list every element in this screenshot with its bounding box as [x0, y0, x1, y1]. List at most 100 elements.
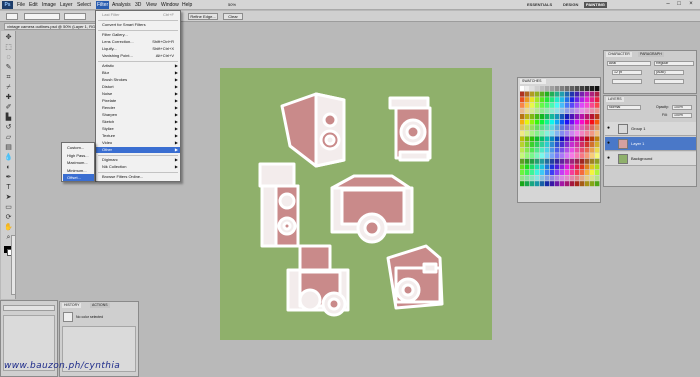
workspace-essentials[interactable]: ESSENTIALS	[525, 2, 554, 8]
other-submenu-item[interactable]: Offset...	[63, 174, 94, 181]
color-swatch[interactable]	[520, 153, 525, 159]
color-swatch[interactable]	[550, 97, 555, 103]
paragraph-tab[interactable]: PARAGRAPH	[638, 52, 664, 57]
color-swatch[interactable]	[565, 97, 570, 103]
color-swatch[interactable]	[525, 86, 530, 91]
menu-edit[interactable]: Edit	[29, 2, 38, 8]
filter-menu-item[interactable]: Browse Filters Online...	[96, 174, 180, 180]
color-swatch[interactable]	[560, 142, 565, 147]
color-swatch[interactable]	[595, 86, 600, 91]
color-swatch[interactable]	[530, 86, 535, 91]
font-size-field[interactable]: 12 pt	[612, 70, 642, 75]
color-swatch[interactable]	[585, 130, 590, 136]
color-swatch[interactable]	[570, 108, 575, 114]
marquee-tool-icon[interactable]: ⬚	[4, 44, 13, 51]
color-swatch[interactable]	[545, 114, 550, 119]
color-swatch[interactable]	[585, 108, 590, 114]
color-swatch[interactable]	[570, 125, 575, 131]
filter-menu-item[interactable]: Digimarc ▶	[96, 157, 180, 163]
color-swatch[interactable]	[595, 125, 600, 131]
actions-tab[interactable]: ACTIONS	[90, 303, 110, 308]
filter-menu-item[interactable]: Vanishing Point... Alt+Ctrl+V	[96, 53, 180, 59]
menu-layer[interactable]: Layer	[60, 2, 73, 8]
color-swatch[interactable]	[520, 175, 525, 181]
color-swatch[interactable]	[550, 142, 555, 147]
filter-menu-item[interactable]: Sketch ▶	[96, 119, 180, 125]
color-swatch[interactable]	[580, 125, 585, 131]
color-swatch[interactable]	[535, 91, 540, 97]
color-swatch[interactable]	[520, 181, 525, 187]
color-swatch[interactable]	[575, 125, 580, 131]
color-swatch[interactable]	[530, 119, 535, 125]
color-swatch[interactable]	[535, 147, 540, 153]
color-swatch[interactable]	[575, 181, 580, 187]
color-swatch[interactable]	[555, 175, 560, 181]
color-swatch[interactable]	[585, 175, 590, 181]
color-swatch[interactable]	[580, 130, 585, 136]
color-swatch[interactable]	[540, 102, 545, 108]
fill-field[interactable]: 100%	[672, 113, 692, 118]
color-swatch[interactable]	[540, 181, 545, 187]
color-swatch[interactable]	[520, 164, 525, 170]
color-swatch[interactable]	[545, 91, 550, 97]
color-swatch[interactable]	[545, 164, 550, 170]
color-swatch[interactable]	[520, 142, 525, 147]
color-swatch[interactable]	[550, 108, 555, 114]
color-swatch[interactable]	[525, 91, 530, 97]
color-swatch[interactable]	[575, 147, 580, 153]
color-swatch[interactable]	[580, 86, 585, 91]
color-swatch[interactable]	[540, 153, 545, 159]
color-swatch[interactable]	[555, 119, 560, 125]
color-swatch[interactable]	[520, 119, 525, 125]
color-swatch[interactable]	[585, 158, 590, 164]
color-swatch[interactable]	[585, 181, 590, 187]
color-swatch[interactable]	[580, 175, 585, 181]
filter-menu-item[interactable]: Video ▶	[96, 140, 180, 146]
color-swatch[interactable]	[530, 91, 535, 97]
color-swatch[interactable]	[555, 125, 560, 131]
color-swatch[interactable]	[540, 119, 545, 125]
color-swatch[interactable]	[540, 114, 545, 119]
color-swatch[interactable]	[575, 114, 580, 119]
menu-filter[interactable]: Filter	[96, 1, 110, 9]
color-swatch[interactable]	[590, 108, 595, 114]
color-swatch[interactable]	[570, 102, 575, 108]
color-swatch[interactable]	[555, 181, 560, 187]
menu-view[interactable]: View	[146, 2, 157, 8]
color-swatch[interactable]	[570, 114, 575, 119]
other-submenu-item[interactable]: High Pass...	[63, 152, 94, 159]
color-swatch[interactable]	[555, 147, 560, 153]
color-swatch[interactable]	[545, 119, 550, 125]
color-swatch[interactable]	[540, 125, 545, 131]
clone-stamp-tool-icon[interactable]: ▙	[4, 114, 13, 121]
color-swatch[interactable]	[590, 119, 595, 125]
color-swatch[interactable]	[575, 119, 580, 125]
color-swatch[interactable]	[590, 158, 595, 164]
color-swatch[interactable]	[535, 97, 540, 103]
color-swatch[interactable]	[595, 153, 600, 159]
tracking-field[interactable]	[654, 79, 684, 84]
color-swatch[interactable]	[550, 175, 555, 181]
color-swatch[interactable]	[565, 164, 570, 170]
color-swatch[interactable]	[520, 86, 525, 91]
color-swatch[interactable]	[555, 86, 560, 91]
filter-menu-item[interactable]: Stylize ▶	[96, 126, 180, 132]
color-swatch[interactable]	[530, 158, 535, 164]
color-swatch[interactable]	[570, 97, 575, 103]
style-dropdown[interactable]	[24, 13, 60, 20]
color-swatch[interactable]	[535, 175, 540, 181]
shape-tool-icon[interactable]: ▭	[4, 204, 13, 211]
color-swatch[interactable]	[525, 181, 530, 187]
color-swatch[interactable]	[590, 142, 595, 147]
color-swatch[interactable]	[535, 125, 540, 131]
color-swatch[interactable]	[530, 170, 535, 175]
color-swatch[interactable]	[595, 142, 600, 147]
color-swatch[interactable]	[575, 170, 580, 175]
color-swatch[interactable]	[580, 158, 585, 164]
color-swatch[interactable]	[580, 147, 585, 153]
history-item[interactable]: No color selected	[76, 315, 103, 319]
color-swatch[interactable]	[535, 153, 540, 159]
color-swatch[interactable]	[540, 108, 545, 114]
color-swatch[interactable]	[520, 91, 525, 97]
color-swatch[interactable]	[520, 97, 525, 103]
